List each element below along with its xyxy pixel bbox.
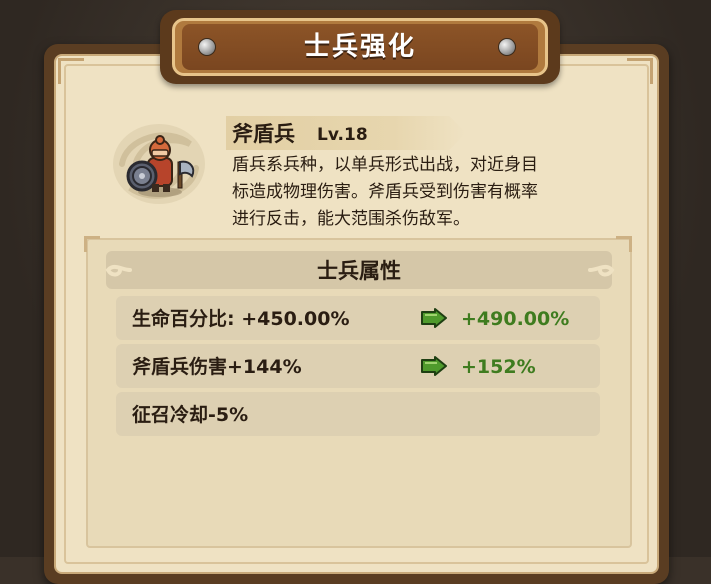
frame-corner-ornament xyxy=(84,236,100,252)
frame-corner-ornament xyxy=(616,236,632,252)
rivet-icon xyxy=(498,38,516,56)
unit-description: 盾兵系兵种，以单兵形式出战，对近身目 标造成物理伤害。斧盾兵受到伤害有概率 进行… xyxy=(232,152,632,233)
unit-description-line: 盾兵系兵种，以单兵形式出战，对近身目 xyxy=(232,155,538,175)
green-arrow-icon xyxy=(421,308,447,328)
attribute-label: 斧盾兵伤害+144% xyxy=(132,356,302,378)
unit-description-line: 进行反击，能大范围杀伤敌军。 xyxy=(232,209,470,229)
unit-name: 斧盾兵 xyxy=(232,122,295,146)
attribute-upgraded-value: +152% xyxy=(461,356,536,378)
unit-description-line: 标造成物理伤害。斧盾兵受到伤害有概率 xyxy=(232,182,538,202)
axe-shield-soldier-icon xyxy=(113,124,205,204)
green-arrow-icon xyxy=(421,356,447,376)
attribute-label: 征召冷却-5% xyxy=(132,404,249,426)
attribute-label: 生命百分比: +450.00% xyxy=(132,308,350,330)
frame-corner-ornament xyxy=(627,58,653,84)
rivet-icon xyxy=(198,38,216,56)
dialog-title: 士兵强化 xyxy=(303,32,416,62)
attribute-upgraded-value: +490.00% xyxy=(461,308,570,330)
attributes-title: 士兵属性 xyxy=(317,259,401,283)
frame-corner-ornament xyxy=(58,58,84,84)
unit-level: Lv.18 xyxy=(317,125,368,145)
